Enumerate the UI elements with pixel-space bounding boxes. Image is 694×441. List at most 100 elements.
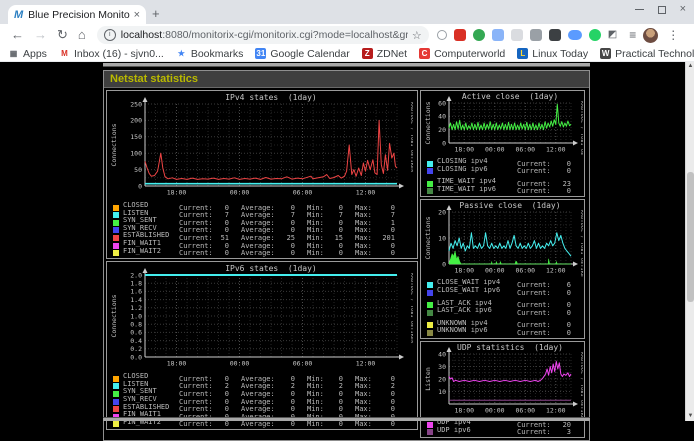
svg-text:200: 200 xyxy=(130,117,142,125)
svg-text:40: 40 xyxy=(438,113,446,121)
active-close-legend: CLOSING ipv4Current:0CLOSING ipv6Current… xyxy=(421,156,584,196)
svg-text:20: 20 xyxy=(438,375,446,383)
legend-swatch xyxy=(427,429,433,435)
svg-text:2.0: 2.0 xyxy=(130,271,142,279)
svg-text:20: 20 xyxy=(438,209,446,217)
passive-close-panel: 18:0000:0006:0012:0001020Passive close (… xyxy=(420,199,585,339)
bookmark-linux-today[interactable]: L Linux Today xyxy=(517,48,588,60)
right-chart-column: 18:0000:0006:0012:000204060Active close … xyxy=(420,90,585,438)
bookmark-practical-technology[interactable]: W Practical Technol... xyxy=(600,48,694,60)
tab-title: Blue Precision Monitorix xyxy=(28,9,129,21)
svg-text:1.2: 1.2 xyxy=(130,304,142,312)
extension-search[interactable] xyxy=(437,30,447,40)
svg-text:150: 150 xyxy=(130,133,142,141)
legend-row: ESTABLISHEDCurrent:0Average:0Min:0Max:0 xyxy=(113,404,417,412)
svg-text:RRDTOOL / TOBI OETIKER: RRDTOOL / TOBI OETIKER xyxy=(579,352,583,417)
extension-speaker[interactable] xyxy=(530,29,542,41)
bookmark-computerworld[interactable]: C Computerworld xyxy=(419,48,505,60)
legend-name: ESTABLISHED xyxy=(123,404,179,412)
bookmark-apps[interactable]: ▦ Apps xyxy=(8,48,47,60)
ipv4-states-graph[interactable]: 18:0000:0006:0012:00050100150200250IPv4 … xyxy=(109,92,413,200)
scroll-up-icon[interactable]: ▲ xyxy=(686,62,694,71)
browser-tab[interactable]: M Blue Precision Monitorix × xyxy=(8,5,146,24)
active-close-graph[interactable]: 18:0000:0006:0012:000204060Active close … xyxy=(423,92,583,156)
scroll-down-icon[interactable]: ▼ xyxy=(686,412,694,421)
svg-text:40: 40 xyxy=(438,350,446,358)
extension-messenger[interactable] xyxy=(568,30,582,40)
udp-statistics-graph[interactable]: 18:0000:0006:0012:0010203040UDP statisti… xyxy=(423,343,583,417)
extension-whatsapp[interactable] xyxy=(589,29,601,41)
tab-close-icon[interactable]: × xyxy=(134,9,140,21)
svg-text:1.4: 1.4 xyxy=(130,296,142,304)
passive-close-graph[interactable]: 18:0000:0006:0012:0001020Passive close (… xyxy=(423,201,583,277)
minimize-button[interactable] xyxy=(635,9,644,11)
extension-light-square[interactable] xyxy=(511,29,523,41)
svg-text:Passive close (1day): Passive close (1day) xyxy=(459,201,560,210)
legend-name: CLOSE_WAIT ipv6 xyxy=(437,287,517,295)
legend-name: ESTABLISHED xyxy=(123,232,179,240)
new-tab-button[interactable]: + xyxy=(152,6,160,21)
svg-text:12:00: 12:00 xyxy=(356,189,376,197)
legend-row: UNKNOWN ipv4Current:0 xyxy=(427,320,584,328)
netstat-section: Netstat statistics 18:0000:0006:0012:000… xyxy=(103,70,590,441)
svg-text:50: 50 xyxy=(134,166,142,174)
svg-text:1.0: 1.0 xyxy=(130,312,142,320)
browser-menu-icon[interactable]: ⋮ xyxy=(667,28,679,42)
sidebar-list-icon[interactable]: ≡ xyxy=(629,28,636,42)
legend-row: LISTENCurrent:7Average:7Min:7Max:7 xyxy=(113,210,417,218)
close-window-button[interactable]: × xyxy=(680,4,686,15)
legend-name: SYN_RECV xyxy=(123,396,179,404)
page-info-icon[interactable]: i xyxy=(104,29,116,41)
svg-text:18:00: 18:00 xyxy=(454,267,474,275)
legend-row: LISTENCurrent:2Average:2Min:2Max:2 xyxy=(113,381,417,389)
maximize-button[interactable] xyxy=(658,6,666,14)
extension-globe[interactable] xyxy=(473,29,485,41)
profile-avatar[interactable] xyxy=(643,28,658,43)
svg-text:30: 30 xyxy=(438,363,446,371)
bookmark-google-calendar[interactable]: 31 Google Calendar xyxy=(255,48,349,60)
extension-mail-checker[interactable] xyxy=(454,29,466,41)
svg-text:20: 20 xyxy=(438,126,446,134)
active-close-panel: 18:0000:0006:0012:000204060Active close … xyxy=(420,90,585,197)
legend-row: CLOSEDCurrent:0Average:0Min:0Max:0 xyxy=(113,373,417,381)
extensions-puzzle-icon[interactable]: ◩ xyxy=(608,26,617,44)
back-button[interactable]: ← xyxy=(11,26,24,44)
legend-name: UDP ipv6 xyxy=(437,427,517,435)
svg-text:06:00: 06:00 xyxy=(515,146,535,154)
svg-text:10: 10 xyxy=(438,388,446,396)
svg-text:12:00: 12:00 xyxy=(546,146,566,154)
page-scrollbar[interactable]: ▲ ▼ xyxy=(685,62,694,421)
home-button[interactable]: ⌂ xyxy=(78,26,86,44)
svg-text:0: 0 xyxy=(138,182,142,190)
svg-text:06:00: 06:00 xyxy=(515,267,535,275)
bookmark-star-icon[interactable]: ☆ xyxy=(412,29,422,42)
window-controls: × xyxy=(635,4,686,15)
scrollbar-thumb[interactable] xyxy=(687,172,694,302)
bookmark-bookmarks[interactable]: ★ Bookmarks xyxy=(176,48,244,60)
bookmark-inbox[interactable]: M Inbox (16) - sjvn0... xyxy=(59,48,164,60)
legend-name: TIME_WAIT ipv6 xyxy=(437,186,517,194)
monitorix-page: Netstat statistics 18:0000:0006:0012:000… xyxy=(0,62,694,421)
bookmark-zdnet[interactable]: Z ZDNet xyxy=(362,48,407,60)
svg-text:RRDTOOL / TOBI OETIKER: RRDTOOL / TOBI OETIKER xyxy=(579,101,583,156)
svg-text:06:00: 06:00 xyxy=(293,189,313,197)
udp-statistics-panel: 18:0000:0006:0012:0010203040UDP statisti… xyxy=(420,341,585,438)
extension-pages[interactable] xyxy=(492,29,504,41)
reload-button[interactable]: ↻ xyxy=(57,26,68,44)
forward-button[interactable]: → xyxy=(34,26,47,44)
svg-text:12:00: 12:00 xyxy=(546,267,566,275)
svg-text:00:00: 00:00 xyxy=(485,267,505,275)
svg-text:1.6: 1.6 xyxy=(130,288,142,296)
navigation-bar: ← → ↻ ⌂ i localhost:8080/monitorix-cgi/m… xyxy=(0,24,694,46)
left-chart-column: 18:0000:0006:0012:00050100150200250IPv4 … xyxy=(106,90,418,438)
ipv6-states-graph[interactable]: 18:0000:0006:0012:000.00.20.40.60.81.01.… xyxy=(109,263,413,371)
svg-text:0: 0 xyxy=(442,261,446,269)
address-bar[interactable]: i localhost:8080/monitorix-cgi/monitorix… xyxy=(97,26,429,44)
url-text: localhost:8080/monitorix-cgi/monitorix.c… xyxy=(121,29,408,41)
legend-row: SYN_RECVCurrent:0Average:0Min:0Max:0 xyxy=(113,396,417,404)
url-host: localhost xyxy=(121,29,162,41)
svg-text:00:00: 00:00 xyxy=(485,406,505,414)
svg-text:0.6: 0.6 xyxy=(130,329,142,337)
svg-text:12:00: 12:00 xyxy=(356,360,376,368)
extension-dark-square[interactable] xyxy=(549,29,561,41)
